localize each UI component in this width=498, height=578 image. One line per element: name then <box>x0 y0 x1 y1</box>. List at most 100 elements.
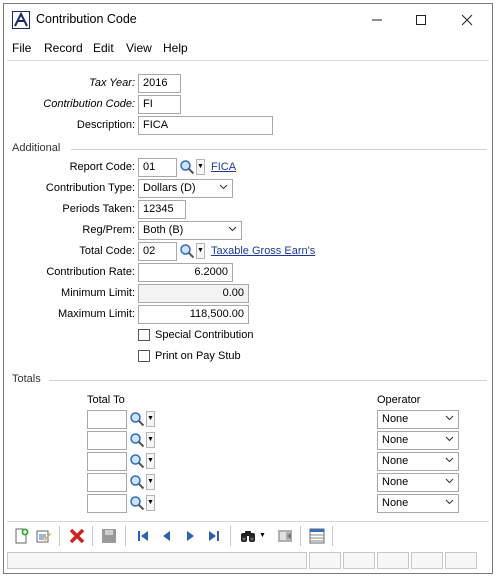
report-code-link[interactable]: FICA <box>211 161 236 173</box>
close-button[interactable] <box>444 4 490 36</box>
total-to-dropdown-icon[interactable]: ▼ <box>146 411 155 427</box>
reg-prem-label: Reg/Prem: <box>82 224 135 236</box>
total-to-dropdown-icon[interactable]: ▼ <box>146 474 155 490</box>
total-code-label: Total Code: <box>79 245 135 257</box>
delete-icon[interactable] <box>69 528 85 544</box>
status-pane <box>411 552 443 569</box>
total-to-lookup-icon[interactable] <box>129 453 145 469</box>
operator-select[interactable]: None <box>377 410 459 429</box>
operator-select[interactable]: None <box>377 431 459 450</box>
operator-value: None <box>382 455 409 467</box>
contribution-rate-label: Contribution Rate: <box>46 266 135 278</box>
contribution-type-select[interactable]: Dollars (D) <box>138 179 233 198</box>
find-dropdown-icon[interactable]: ▼ <box>259 528 269 544</box>
total-to-dropdown-icon[interactable]: ▼ <box>146 453 155 469</box>
chevron-down-icon <box>219 182 228 194</box>
toolbar-separator <box>332 526 333 546</box>
chevron-down-icon <box>445 434 454 446</box>
report-code-field[interactable]: 01 <box>138 158 177 177</box>
operator-select[interactable]: None <box>377 473 459 492</box>
export-icon <box>277 528 293 544</box>
operator-select[interactable]: None <box>377 452 459 471</box>
reg-prem-value: Both (B) <box>143 224 184 236</box>
menu-edit[interactable]: Edit <box>93 41 114 55</box>
menu-record[interactable]: Record <box>44 41 83 55</box>
new-record-icon[interactable] <box>13 528 29 544</box>
report-code-dropdown-icon[interactable]: ▼ <box>196 159 205 175</box>
print-on-pay-stub-checkbox[interactable] <box>138 350 150 362</box>
total-to-lookup-icon[interactable] <box>129 495 145 511</box>
operator-value: None <box>382 413 409 425</box>
description-field[interactable]: FICA <box>138 116 273 135</box>
status-bar <box>7 552 489 570</box>
last-record-icon[interactable] <box>206 528 222 544</box>
chevron-down-icon <box>228 224 237 236</box>
previous-record-icon[interactable] <box>159 528 175 544</box>
toolbar-separator <box>300 526 301 546</box>
additional-section-label: Additional <box>12 142 61 154</box>
operator-select[interactable]: None <box>377 494 459 513</box>
window-title: Contribution Code <box>36 12 137 26</box>
maximum-limit-field[interactable]: 118,500.00 <box>138 305 249 324</box>
menu-view[interactable]: View <box>126 41 152 55</box>
total-code-field[interactable]: 02 <box>138 242 177 261</box>
total-to-field[interactable] <box>87 473 127 492</box>
total-to-dropdown-icon[interactable]: ▼ <box>146 495 155 511</box>
reg-prem-select[interactable]: Both (B) <box>138 221 242 240</box>
edit-record-icon[interactable] <box>35 528 51 544</box>
total-to-dropdown-icon[interactable]: ▼ <box>146 432 155 448</box>
menu-file[interactable]: File <box>12 41 31 55</box>
toolbar-separator <box>230 526 231 546</box>
total-code-dropdown-icon[interactable]: ▼ <box>196 243 205 259</box>
title-bar: Contribution Code <box>4 4 492 36</box>
chevron-down-icon <box>445 497 454 509</box>
minimum-limit-label: Minimum Limit: <box>61 287 135 299</box>
additional-divider <box>71 149 487 150</box>
record-toolbar: ▼ <box>7 521 489 550</box>
chevron-down-icon <box>445 413 454 425</box>
status-pane <box>343 552 375 569</box>
special-contribution-checkbox[interactable] <box>138 329 150 341</box>
contribution-code-field[interactable]: FI <box>138 95 181 114</box>
contribution-type-value: Dollars (D) <box>143 182 196 194</box>
total-to-lookup-icon[interactable] <box>129 411 145 427</box>
first-record-icon[interactable] <box>135 528 151 544</box>
total-to-field[interactable] <box>87 410 127 429</box>
grid-view-icon[interactable] <box>309 528 325 544</box>
total-code-lookup-icon[interactable] <box>179 243 195 259</box>
form-body: Tax Year: 2016 Contribution Code: FI Des… <box>7 60 489 519</box>
tax-year-field[interactable]: 2016 <box>138 74 181 93</box>
menu-help[interactable]: Help <box>163 41 188 55</box>
operator-value: None <box>382 434 409 446</box>
minimize-button[interactable] <box>354 4 400 36</box>
app-logo-icon <box>12 11 30 29</box>
status-pane-main <box>7 552 307 569</box>
report-code-lookup-icon[interactable] <box>179 159 195 175</box>
total-to-field[interactable] <box>87 431 127 450</box>
toolbar-separator <box>59 526 60 546</box>
status-pane <box>445 552 477 569</box>
totals-divider <box>49 380 487 381</box>
total-to-field[interactable] <box>87 452 127 471</box>
periods-taken-field[interactable]: 12345 <box>138 200 186 219</box>
next-record-icon[interactable] <box>182 528 198 544</box>
find-icon[interactable] <box>240 528 256 544</box>
total-code-link[interactable]: Taxable Gross Earn's <box>211 245 315 257</box>
operator-value: None <box>382 497 409 509</box>
maximize-button[interactable] <box>398 4 444 36</box>
save-icon <box>101 528 117 544</box>
total-to-field[interactable] <box>87 494 127 513</box>
total-to-lookup-icon[interactable] <box>129 474 145 490</box>
status-pane <box>377 552 409 569</box>
operator-value: None <box>382 476 409 488</box>
total-to-lookup-icon[interactable] <box>129 432 145 448</box>
tax-year-label: Tax Year: <box>89 77 135 89</box>
contribution-rate-field[interactable]: 6.2000 <box>138 263 233 282</box>
report-code-label: Report Code: <box>69 161 135 173</box>
minimum-limit-field[interactable]: 0.00 <box>138 284 249 303</box>
totals-section-label: Totals <box>12 373 41 385</box>
description-label: Description: <box>76 119 135 131</box>
status-pane <box>309 552 341 569</box>
special-contribution-label: Special Contribution <box>155 329 254 341</box>
contribution-code-label: Contribution Code: <box>43 98 135 110</box>
